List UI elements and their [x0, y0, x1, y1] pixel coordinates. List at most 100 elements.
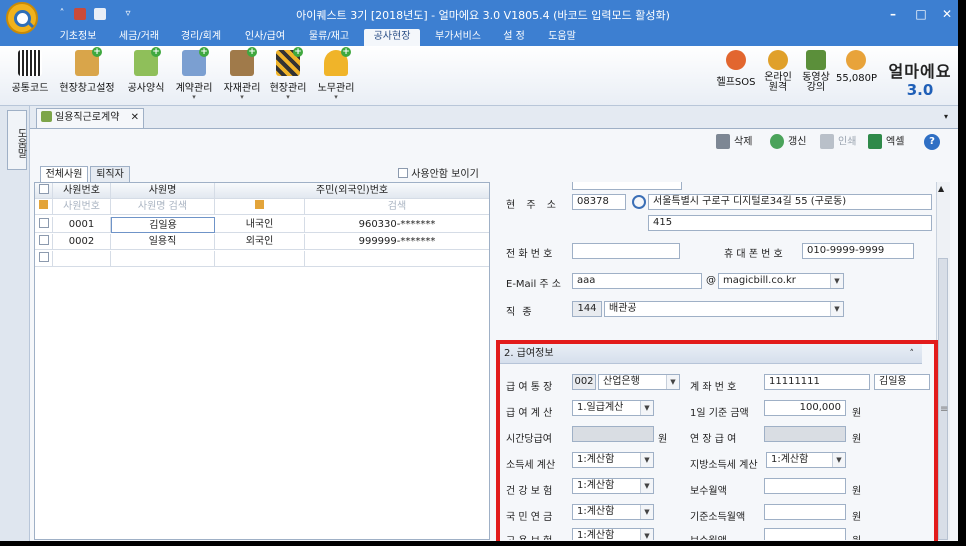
mobile-input[interactable]: 010-9999-9999: [802, 243, 914, 259]
menu-accounting[interactable]: 경리/회계: [172, 29, 230, 46]
chevron-down-icon[interactable]: ▼: [640, 453, 653, 467]
show-unused-check[interactable]: [398, 168, 408, 178]
close-tab-icon[interactable]: ✕: [131, 109, 139, 127]
daily-base-input[interactable]: 100,000: [764, 400, 846, 416]
scroll-up-icon[interactable]: ▲: [938, 184, 944, 193]
base-income-input[interactable]: [764, 504, 846, 520]
minimize-button[interactable]: –: [884, 6, 902, 22]
job-code[interactable]: 144: [572, 301, 602, 317]
maximize-button[interactable]: □: [912, 6, 930, 22]
income-tax-select[interactable]: 1:계산함 ▼: [572, 452, 654, 468]
phone-input[interactable]: [572, 243, 680, 259]
chevron-down-icon[interactable]: ▼: [830, 302, 843, 316]
col-emp-no[interactable]: 사원번호: [53, 183, 111, 199]
partial-field[interactable]: [572, 182, 682, 190]
chevron-down-icon[interactable]: ▼: [640, 479, 653, 493]
menu-tax-trade[interactable]: 세금/거래: [110, 29, 168, 46]
table-row[interactable]: 0001 김일용 내국인 960330-*******: [35, 217, 489, 233]
online-remote-button[interactable]: 온라인 원격: [760, 50, 796, 93]
row-nationality[interactable]: [215, 251, 305, 267]
job-select[interactable]: 배관공 ▼: [604, 301, 844, 317]
row-ssn[interactable]: [305, 251, 489, 267]
site-management-button[interactable]: + 현장관리 ▾: [266, 47, 310, 101]
zip-input[interactable]: 08378: [572, 194, 626, 210]
table-row-new[interactable]: [35, 251, 489, 267]
filter-emp-name-input[interactable]: 사원명 검색: [111, 199, 215, 215]
contract-management-button[interactable]: + 계약관리 ▾: [172, 47, 216, 101]
filter-nationality-icon[interactable]: [215, 199, 305, 215]
tab-retired[interactable]: 퇴직자: [90, 166, 130, 182]
help-side-tab[interactable]: 도움말: [7, 110, 27, 170]
filter-ssn-input[interactable]: 검색: [305, 199, 489, 215]
email-id-input[interactable]: aaa: [572, 273, 702, 289]
row-checkbox[interactable]: [35, 234, 53, 250]
refresh-button[interactable]: 갱신: [770, 134, 806, 151]
address1-input[interactable]: 서울특별시 구로구 디지털로34길 55 (구로동): [648, 194, 932, 210]
address2-input[interactable]: 415: [648, 215, 932, 231]
bank-code[interactable]: 002: [572, 374, 596, 390]
premium2-input[interactable]: [764, 528, 846, 540]
menu-help[interactable]: 도움말: [540, 29, 584, 46]
print-button[interactable]: 인쇄: [820, 134, 856, 151]
email-domain-select[interactable]: magicbill.co.kr ▼: [718, 273, 844, 289]
site-warehouse-button[interactable]: + 현장창고설정: [56, 47, 118, 94]
tab-all-employees[interactable]: 전체사원: [40, 166, 88, 183]
labor-management-button[interactable]: + 노무관리 ▾: [314, 47, 358, 101]
customize-arrow-icon[interactable]: ▿: [122, 8, 134, 20]
menu-logistics[interactable]: 물류/재고: [300, 29, 358, 46]
health-select[interactable]: 1:계산함 ▼: [572, 478, 654, 494]
chevron-down-icon[interactable]: ▼: [832, 453, 845, 467]
row-emp-name[interactable]: 김일용: [111, 217, 215, 233]
bank-select[interactable]: 산업은행 ▼: [598, 374, 680, 390]
help-sos-button[interactable]: 헬프SOS: [714, 50, 758, 88]
employment-select[interactable]: 1:계산함 ▼: [572, 528, 654, 540]
chevron-down-icon[interactable]: ▼: [640, 505, 653, 519]
chevron-down-icon[interactable]: ▼: [666, 375, 679, 389]
tab-list-arrow-icon[interactable]: ▾: [944, 112, 948, 121]
doc-tab-daily-contract[interactable]: 일용직근로계약 ✕: [36, 108, 144, 128]
message-icon[interactable]: [94, 8, 106, 20]
account-holder-input[interactable]: 김일용: [874, 374, 930, 390]
premium-input[interactable]: [764, 478, 846, 494]
row-checkbox[interactable]: [35, 217, 53, 233]
collapse-chevron-icon[interactable]: ˄: [910, 344, 915, 364]
video-lecture-button[interactable]: 동영상 강의: [798, 50, 834, 93]
menu-settings[interactable]: 설 정: [496, 29, 532, 46]
quick-access-arrow-icon[interactable]: ˄: [56, 8, 68, 20]
col-ssn[interactable]: 주민(외국인)번호: [215, 183, 489, 199]
splitter-grip-icon[interactable]: ≡: [940, 404, 948, 415]
calendar-icon[interactable]: [74, 8, 86, 20]
scroll-thumb[interactable]: [938, 258, 948, 540]
app-logo-icon[interactable]: [6, 2, 38, 34]
zip-search-icon[interactable]: [632, 195, 646, 209]
hourly-input[interactable]: [572, 426, 654, 442]
filter-emp-no-input[interactable]: 사원번호: [53, 199, 111, 215]
excel-button[interactable]: 엑셀: [868, 134, 904, 151]
row-emp-no[interactable]: [53, 251, 111, 267]
menu-hr-payroll[interactable]: 인사/급여: [236, 29, 294, 46]
header-select-all[interactable]: [35, 183, 53, 199]
show-unused-checkbox[interactable]: 사용안함 보이기: [398, 165, 479, 180]
points-button[interactable]: 55,080P: [836, 50, 877, 84]
chevron-down-icon[interactable]: ▼: [640, 529, 653, 540]
material-management-button[interactable]: + 자재관리 ▾: [220, 47, 264, 101]
chevron-down-icon[interactable]: ▼: [830, 274, 843, 288]
delete-button[interactable]: 삭제: [716, 134, 752, 151]
menu-addon-services[interactable]: 부가서비스: [426, 29, 490, 46]
row-emp-name[interactable]: [111, 251, 215, 267]
help-button[interactable]: ?: [924, 134, 940, 150]
salary-section-header[interactable]: 2. 급여정보 ˄: [498, 344, 922, 364]
close-button[interactable]: ✕: [938, 6, 956, 22]
local-tax-select[interactable]: 1:계산함 ▼: [766, 452, 846, 468]
pension-select[interactable]: 1:계산함 ▼: [572, 504, 654, 520]
common-code-button[interactable]: 공통코드: [8, 50, 52, 94]
chevron-down-icon[interactable]: ▼: [640, 401, 653, 415]
account-input[interactable]: 11111111: [764, 374, 870, 390]
row-checkbox[interactable]: [35, 251, 53, 267]
construction-form-button[interactable]: + 공사양식: [124, 47, 168, 94]
overtime-input[interactable]: [764, 426, 846, 442]
col-emp-name[interactable]: 사원명: [111, 183, 215, 199]
menu-construction-site[interactable]: 공사현장: [364, 29, 420, 46]
menu-basic-info[interactable]: 기초정보: [50, 29, 106, 46]
calc-select[interactable]: 1.일급계산 ▼: [572, 400, 654, 416]
